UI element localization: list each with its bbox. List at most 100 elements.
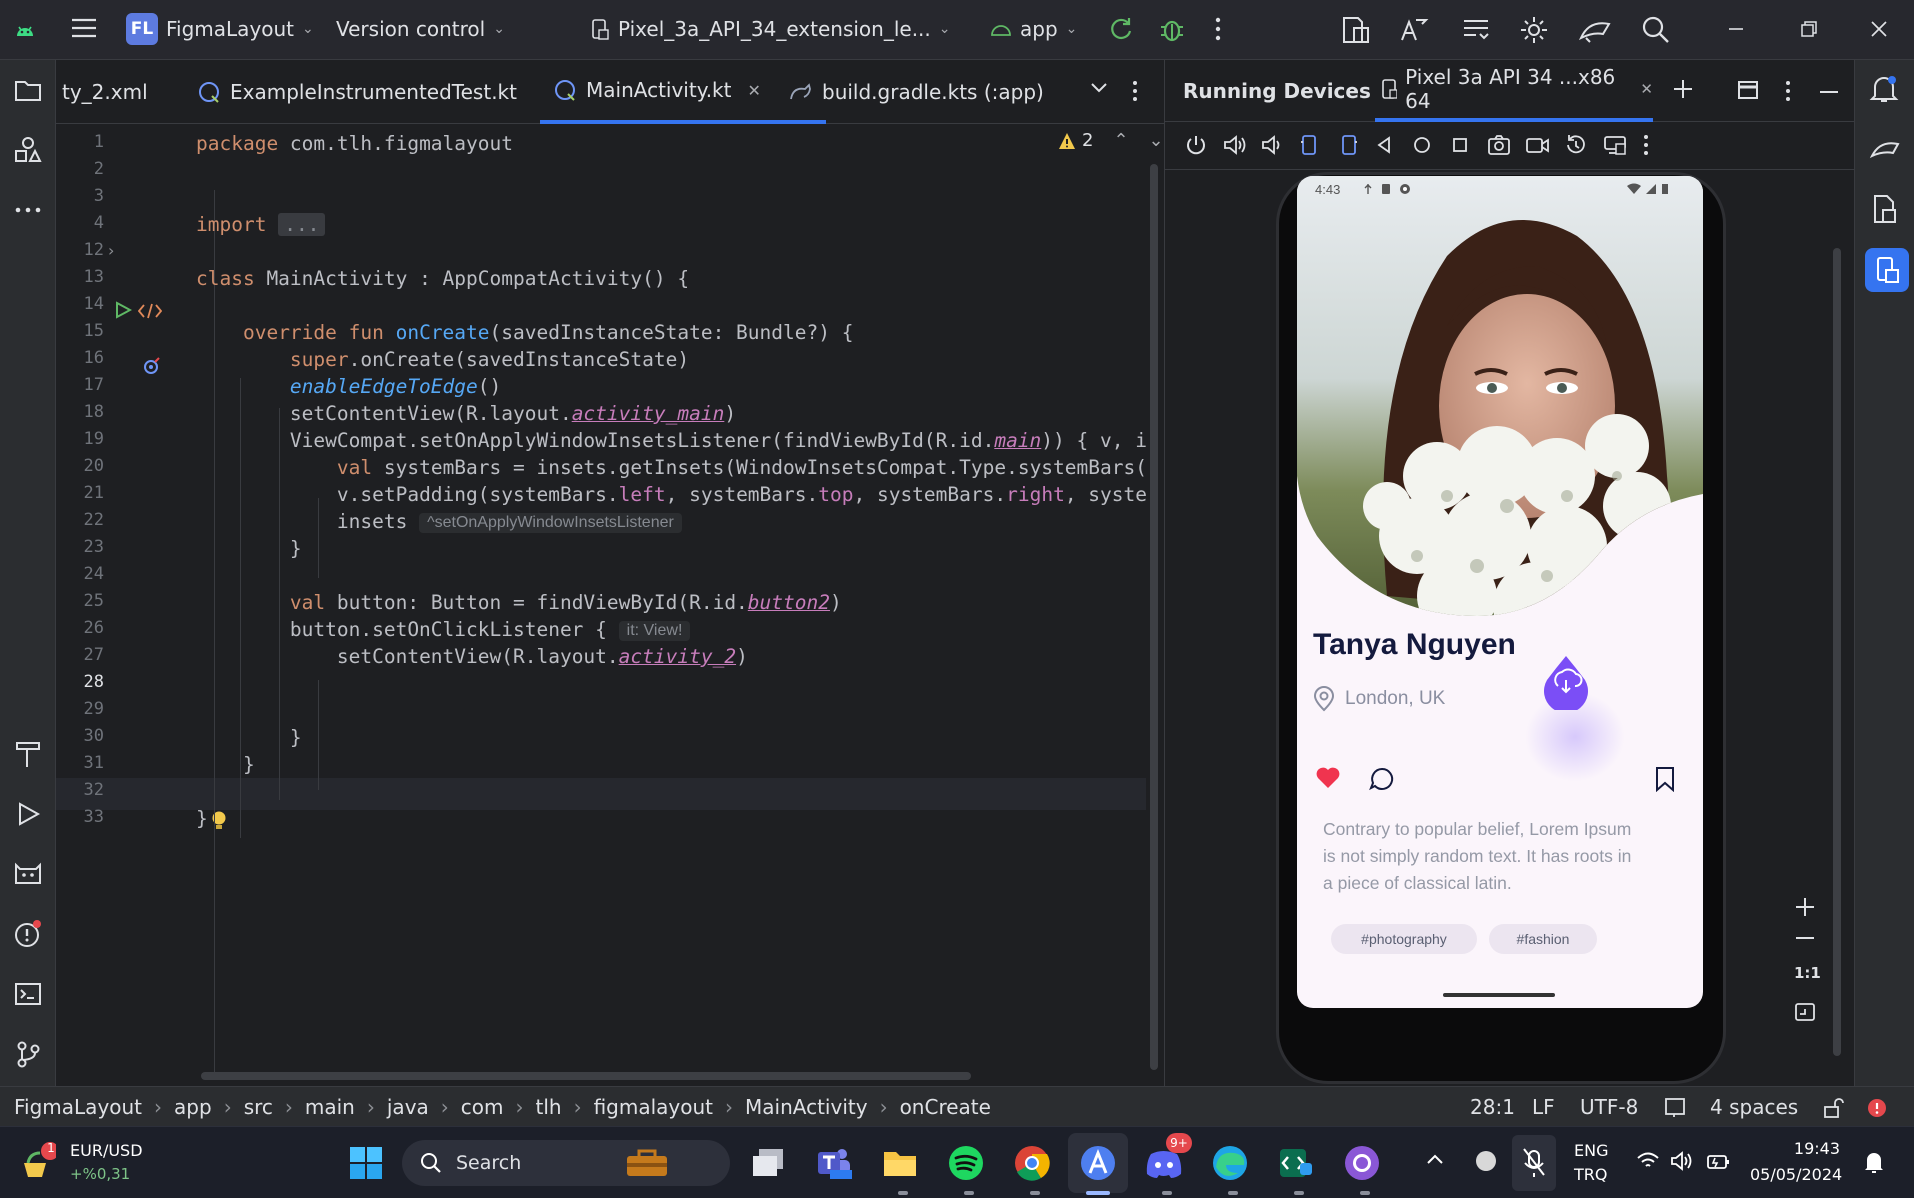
android-studio-taskbar-icon[interactable] (1076, 1141, 1120, 1185)
breadcrumb-item[interactable]: MainActivity (745, 1095, 868, 1119)
tab-activity-2-xml[interactable]: ty_2.xml (62, 60, 148, 124)
teams-icon[interactable] (812, 1141, 856, 1185)
terminal-icon[interactable] (10, 976, 46, 1012)
debug-icon[interactable] (1158, 15, 1186, 43)
snapshots-icon[interactable] (1565, 134, 1587, 156)
tab-device-pixel-3a[interactable]: Pixel 3a API 34 ...x86 64 ✕ (1375, 60, 1653, 122)
layout-icon[interactable] (1737, 80, 1759, 100)
volume-icon[interactable] (1670, 1151, 1694, 1171)
translate-icon[interactable] (1398, 14, 1430, 46)
edge-icon[interactable] (1208, 1141, 1252, 1185)
app-quality-insights-icon[interactable] (10, 856, 46, 892)
gemini-side-icon[interactable] (1869, 134, 1901, 162)
run-icon[interactable] (10, 796, 46, 832)
device-file-explorer-icon[interactable] (1871, 194, 1899, 224)
problems-icon[interactable] (10, 916, 46, 952)
github-desktop-icon[interactable] (1340, 1141, 1384, 1185)
breadcrumb-item[interactable]: src (244, 1095, 273, 1119)
version-control-menu[interactable]: Version control ⌄ (336, 17, 505, 41)
fold-chevron-icon[interactable]: › (108, 241, 114, 260)
file-explorer-icon[interactable] (878, 1141, 922, 1185)
code-layout-icon[interactable] (138, 303, 162, 319)
close-icon[interactable] (1870, 20, 1888, 38)
notification-bell-icon[interactable] (1862, 1149, 1886, 1175)
tag-photography[interactable]: #photography (1331, 924, 1477, 954)
panel-options-icon[interactable] (1785, 80, 1791, 102)
minimize-icon[interactable] (1728, 27, 1744, 31)
device-panel-scrollbar[interactable] (1833, 248, 1841, 1056)
horizontal-scrollbar[interactable] (201, 1072, 971, 1080)
zoom-to-fit-icon[interactable] (1794, 1002, 1816, 1022)
run-gutter-icon[interactable] (114, 301, 132, 319)
home-icon[interactable] (1413, 136, 1431, 154)
chrome-icon[interactable] (1010, 1141, 1054, 1185)
build-hammer-icon[interactable] (10, 736, 46, 772)
taskbar-date[interactable]: 05/05/2024 (1750, 1165, 1842, 1184)
add-device-icon[interactable] (1671, 77, 1695, 101)
screen-record-icon[interactable] (1525, 134, 1551, 156)
folded-imports[interactable]: ... (278, 213, 326, 236)
gesture-nav-bar[interactable] (1443, 993, 1555, 997)
gemini-icon[interactable] (1578, 14, 1612, 46)
resource-manager-icon[interactable] (10, 132, 46, 168)
more-tool-windows-icon[interactable] (10, 192, 46, 228)
breadcrumb-item[interactable]: main (305, 1095, 355, 1119)
rotate-left-icon[interactable] (1299, 134, 1321, 156)
tab-main-activity[interactable]: MainActivity.kt ✕ (540, 60, 826, 124)
tab-overflow-chevron-icon[interactable] (1090, 82, 1108, 94)
code-area[interactable]: package com.tlh.figmalayout import ... c… (196, 124, 1146, 1080)
language-bottom[interactable]: TRQ (1574, 1165, 1607, 1184)
tab-build-gradle[interactable]: build.gradle.kts (:app) (788, 60, 1044, 124)
vertical-scrollbar[interactable] (1150, 164, 1158, 1070)
task-view-icon[interactable] (746, 1141, 790, 1185)
volume-down-icon[interactable] (1261, 134, 1283, 156)
file-encoding[interactable]: UTF-8 (1580, 1095, 1638, 1119)
download-button[interactable] (1543, 654, 1589, 710)
project-selector[interactable]: FL FigmaLayout ⌄ (126, 13, 314, 45)
rotate-right-icon[interactable] (1337, 134, 1359, 156)
override-marker-icon[interactable] (142, 356, 162, 376)
indent-setting[interactable]: 4 spaces (1710, 1095, 1798, 1119)
breadcrumb-item[interactable]: onCreate (900, 1095, 991, 1119)
spotify-icon[interactable] (944, 1141, 988, 1185)
tab-example-instrumented-test[interactable]: ExampleInstrumentedTest.kt (198, 60, 517, 124)
battery-icon[interactable] (1706, 1151, 1732, 1171)
next-highlight-icon[interactable]: ⌄ (1149, 130, 1164, 151)
logcat-icon[interactable] (1460, 14, 1492, 46)
line-separator[interactable]: LF (1532, 1095, 1555, 1119)
tray-app-icon[interactable] (1474, 1149, 1498, 1173)
overview-icon[interactable] (1451, 136, 1469, 154)
running-devices-toggle-icon[interactable] (1865, 248, 1909, 292)
zoom-in-icon[interactable] (1794, 896, 1816, 918)
git-icon[interactable] (10, 1036, 46, 1072)
breadcrumb-item[interactable]: com (461, 1095, 504, 1119)
device-manager-icon[interactable] (1340, 14, 1372, 46)
device-selector[interactable]: Pixel_3a_API_34_extension_le... ⌄ (590, 17, 951, 41)
actual-size-button[interactable]: 1:1 (1794, 964, 1821, 982)
restore-icon[interactable] (1800, 20, 1818, 38)
error-indicator-icon[interactable] (1866, 1097, 1888, 1119)
volume-up-icon[interactable] (1223, 134, 1247, 156)
settings-icon[interactable] (1518, 14, 1550, 46)
breadcrumb-item[interactable]: app (174, 1095, 212, 1119)
hide-panel-icon[interactable] (1819, 90, 1839, 94)
breadcrumb-item[interactable]: figmalayout (594, 1095, 713, 1119)
screenshot-icon[interactable] (1487, 134, 1511, 156)
visual-studio-code-icon[interactable] (1274, 1141, 1318, 1185)
comment-icon[interactable] (1369, 766, 1395, 792)
language-top[interactable]: ENG (1574, 1141, 1608, 1160)
back-icon[interactable] (1375, 136, 1393, 154)
taskbar-search[interactable]: Search (402, 1140, 730, 1186)
inspection-widget[interactable]: 2 ⌃ ⌄ (1058, 130, 1164, 151)
wifi-icon[interactable] (1636, 1151, 1660, 1171)
breadcrumb-item[interactable]: tlh (536, 1095, 562, 1119)
tag-fashion[interactable]: #fashion (1489, 924, 1597, 954)
search-icon[interactable] (1640, 14, 1670, 44)
read-only-toggle-icon[interactable] (1822, 1097, 1844, 1119)
apply-changes-icon[interactable] (1108, 16, 1134, 42)
caret-position[interactable]: 28:1 (1470, 1095, 1515, 1119)
ticker-symbol[interactable]: EUR/USD (70, 1141, 143, 1160)
run-config-selector[interactable]: app ⌄ (990, 17, 1077, 41)
close-tab-icon[interactable]: ✕ (747, 81, 760, 100)
device-mirroring-icon[interactable] (1603, 134, 1627, 156)
